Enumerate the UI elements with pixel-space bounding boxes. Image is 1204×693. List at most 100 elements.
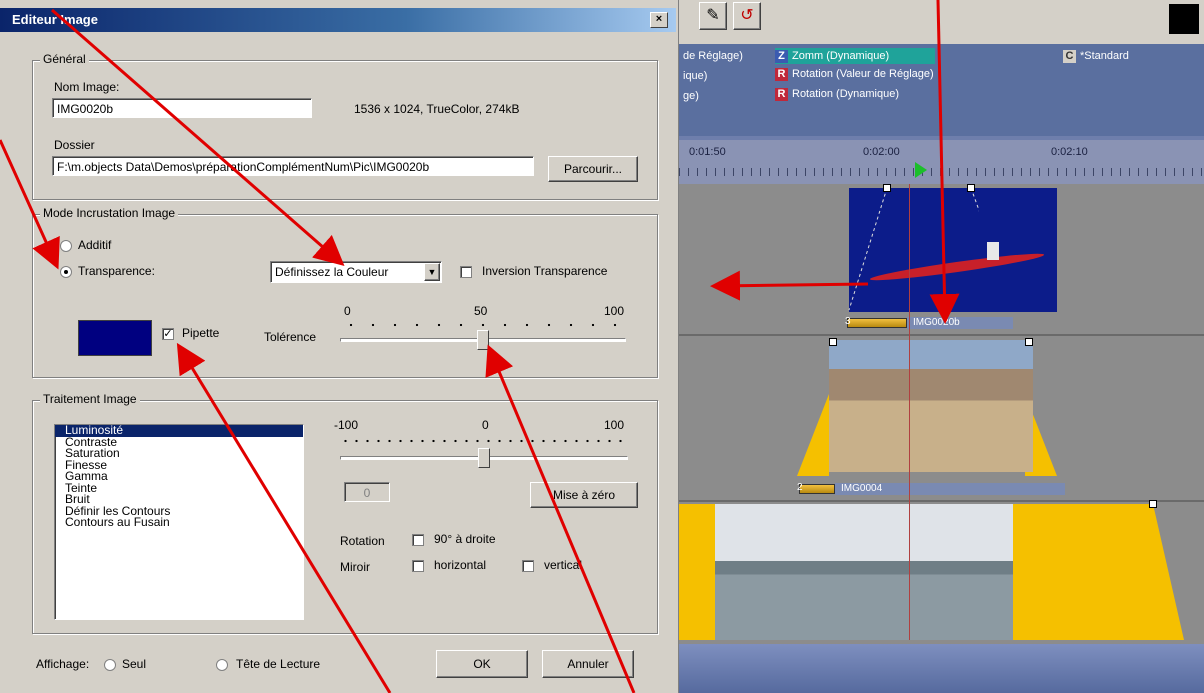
timeline-scrollbar[interactable] <box>679 644 1204 693</box>
fx-badge-c: C <box>1063 50 1076 63</box>
keyframe-handle[interactable] <box>1149 500 1157 508</box>
clip-bar-2[interactable] <box>799 484 835 494</box>
ok-button[interactable]: OK <box>436 650 528 678</box>
fx-row-2[interactable]: R Rotation (Dynamique) <box>775 88 899 101</box>
tolerance-label: Tolérence <box>264 330 317 344</box>
mirror-vertical-checkbox[interactable] <box>522 560 534 572</box>
mirror-vertical-label: vertical <box>544 558 583 572</box>
fx-row-left-1: ique) <box>683 70 708 82</box>
fx-badge-r: R <box>775 88 788 101</box>
time-ruler[interactable]: 0:01:50 0:02:00 0:02:10 <box>679 140 1204 184</box>
adjust-tick-min: -100 <box>334 418 359 432</box>
fx-extra-label: *Standard <box>1080 50 1129 62</box>
playhead-line[interactable] <box>909 184 910 640</box>
adjust-value-field[interactable]: 0 <box>344 482 390 502</box>
tolerance-ticks <box>340 322 626 328</box>
pipette-checkbox[interactable]: ✓ <box>162 328 174 340</box>
effects-list[interactable]: de Réglage) Z Zomm (Dynamique) C *Standard… <box>679 44 1204 136</box>
invert-transparency-label: Inversion Transparence <box>482 264 608 278</box>
clip-number-2: 2 <box>797 482 803 493</box>
fx-row-0[interactable]: Z Zomm (Dynamique) <box>775 48 935 64</box>
keyframe-handle[interactable] <box>829 338 837 346</box>
black-swatch <box>1169 4 1199 34</box>
tolerance-slider-thumb[interactable] <box>477 330 489 350</box>
transparency-radio[interactable] <box>60 266 72 278</box>
wrench-icon[interactable]: ✎ <box>699 2 727 30</box>
adjust-ticks <box>340 438 628 444</box>
blend-mode-legend: Mode Incrustation Image <box>40 206 179 220</box>
folder-label: Dossier <box>54 138 95 152</box>
tolerance-tick-mid: 50 <box>474 304 488 318</box>
play-icon[interactable] <box>915 162 927 178</box>
rotation-label: Rotation <box>340 534 385 548</box>
name-input[interactable]: IMG0020b <box>52 98 312 118</box>
mirror-horizontal-label: horizontal <box>434 558 487 572</box>
undo-icon[interactable]: ↺ <box>733 2 761 30</box>
chevron-down-icon[interactable]: ▼ <box>424 263 440 281</box>
clip-bar-1[interactable] <box>847 318 907 328</box>
keyframe-handle[interactable] <box>883 184 891 192</box>
cancel-button[interactable]: Annuler <box>542 650 634 678</box>
processing-list-item[interactable]: Contours au Fusain <box>55 516 303 529</box>
clip-name-2: IMG0004 <box>835 483 1065 495</box>
fx-row-left-0: de Réglage) <box>683 50 743 62</box>
timeline-panel: ✎ ↺ de Réglage) Z Zomm (Dynamique) C *Stan… <box>679 0 1204 693</box>
reset-button[interactable]: Mise à zéro <box>530 482 638 508</box>
transparency-label: Transparence: <box>78 264 155 278</box>
color-select-value: Définissez la Couleur <box>275 265 389 279</box>
adjust-slider-thumb[interactable] <box>478 448 490 468</box>
fx-name-2: Rotation (Dynamique) <box>792 88 899 100</box>
mirror-horizontal-checkbox[interactable] <box>412 560 424 572</box>
ruler-label-2: 0:02:10 <box>1051 146 1088 158</box>
display-alone-radio[interactable] <box>104 659 116 671</box>
pipette-label: Pipette <box>182 326 220 340</box>
fx-row-1[interactable]: R Rotation (Valeur de Réglage) <box>775 68 934 81</box>
keyframe-handle[interactable] <box>967 184 975 192</box>
processing-list-item[interactable]: Teinte <box>55 482 303 495</box>
display-label: Affichage: <box>36 657 90 671</box>
additive-radio[interactable] <box>60 240 72 252</box>
lane-separator <box>679 500 1204 502</box>
adjust-tick-mid: 0 <box>482 418 489 432</box>
fx-extra[interactable]: C *Standard <box>1063 50 1129 63</box>
fx-name-1: Rotation (Valeur de Réglage) <box>792 68 934 80</box>
processing-legend: Traitement Image <box>40 392 140 406</box>
ruler-ticks <box>679 168 1204 176</box>
rotate-90-label: 90° à droite <box>434 532 496 546</box>
adjust-tick-max: 100 <box>604 418 625 432</box>
image-editor-dialog: Editeur Image × Général Nom Image: IMG00… <box>0 0 679 693</box>
clip-name-1: IMG0020b <box>907 317 1013 329</box>
image-info: 1536 x 1024, TrueColor, 274kB <box>354 102 520 116</box>
color-select[interactable]: Définissez la Couleur ▼ <box>270 261 442 283</box>
dialog-title: Editeur Image <box>12 12 98 27</box>
additive-label: Additif <box>78 238 112 252</box>
invert-transparency-checkbox[interactable] <box>460 266 472 278</box>
ruler-label-1: 0:02:00 <box>863 146 900 158</box>
dialog-title-bar[interactable]: Editeur Image × <box>0 8 676 32</box>
name-label: Nom Image: <box>54 80 120 94</box>
display-playhead-label: Tête de Lecture <box>236 657 321 671</box>
clip-image-beach[interactable] <box>829 340 1033 472</box>
transparent-color-swatch[interactable] <box>78 320 152 356</box>
kayaker-shape <box>987 242 999 260</box>
tolerance-tick-min: 0 <box>344 304 351 318</box>
folder-input[interactable]: F:\m.objects Data\Demos\préparationCompl… <box>52 156 534 176</box>
clip-image-harbor[interactable] <box>715 504 1013 640</box>
tolerance-tick-max: 100 <box>604 304 625 318</box>
fx-badge-z: Z <box>775 50 788 63</box>
lane-separator <box>679 334 1204 336</box>
browse-button[interactable]: Parcourir... <box>548 156 638 182</box>
clip-number-1: 3 <box>845 316 851 327</box>
keyframe-handle[interactable] <box>1025 338 1033 346</box>
processing-list[interactable]: Luminosité Contraste Saturation Finesse Gamm… <box>54 424 304 620</box>
display-alone-label: Seul <box>122 657 147 671</box>
close-button[interactable]: × <box>650 12 668 28</box>
fx-name-0: Zomm (Dynamique) <box>792 50 890 62</box>
timeline-tracks[interactable]: IMG0020b 3 IMG0004 2 <box>679 184 1204 644</box>
display-playhead-radio[interactable] <box>216 659 228 671</box>
timeline-toolbar: ✎ ↺ <box>679 0 1204 44</box>
general-legend: Général <box>40 52 89 66</box>
mirror-label: Miroir <box>340 560 370 574</box>
rotate-90-checkbox[interactable] <box>412 534 424 546</box>
fx-row-left-2: ge) <box>683 90 699 102</box>
